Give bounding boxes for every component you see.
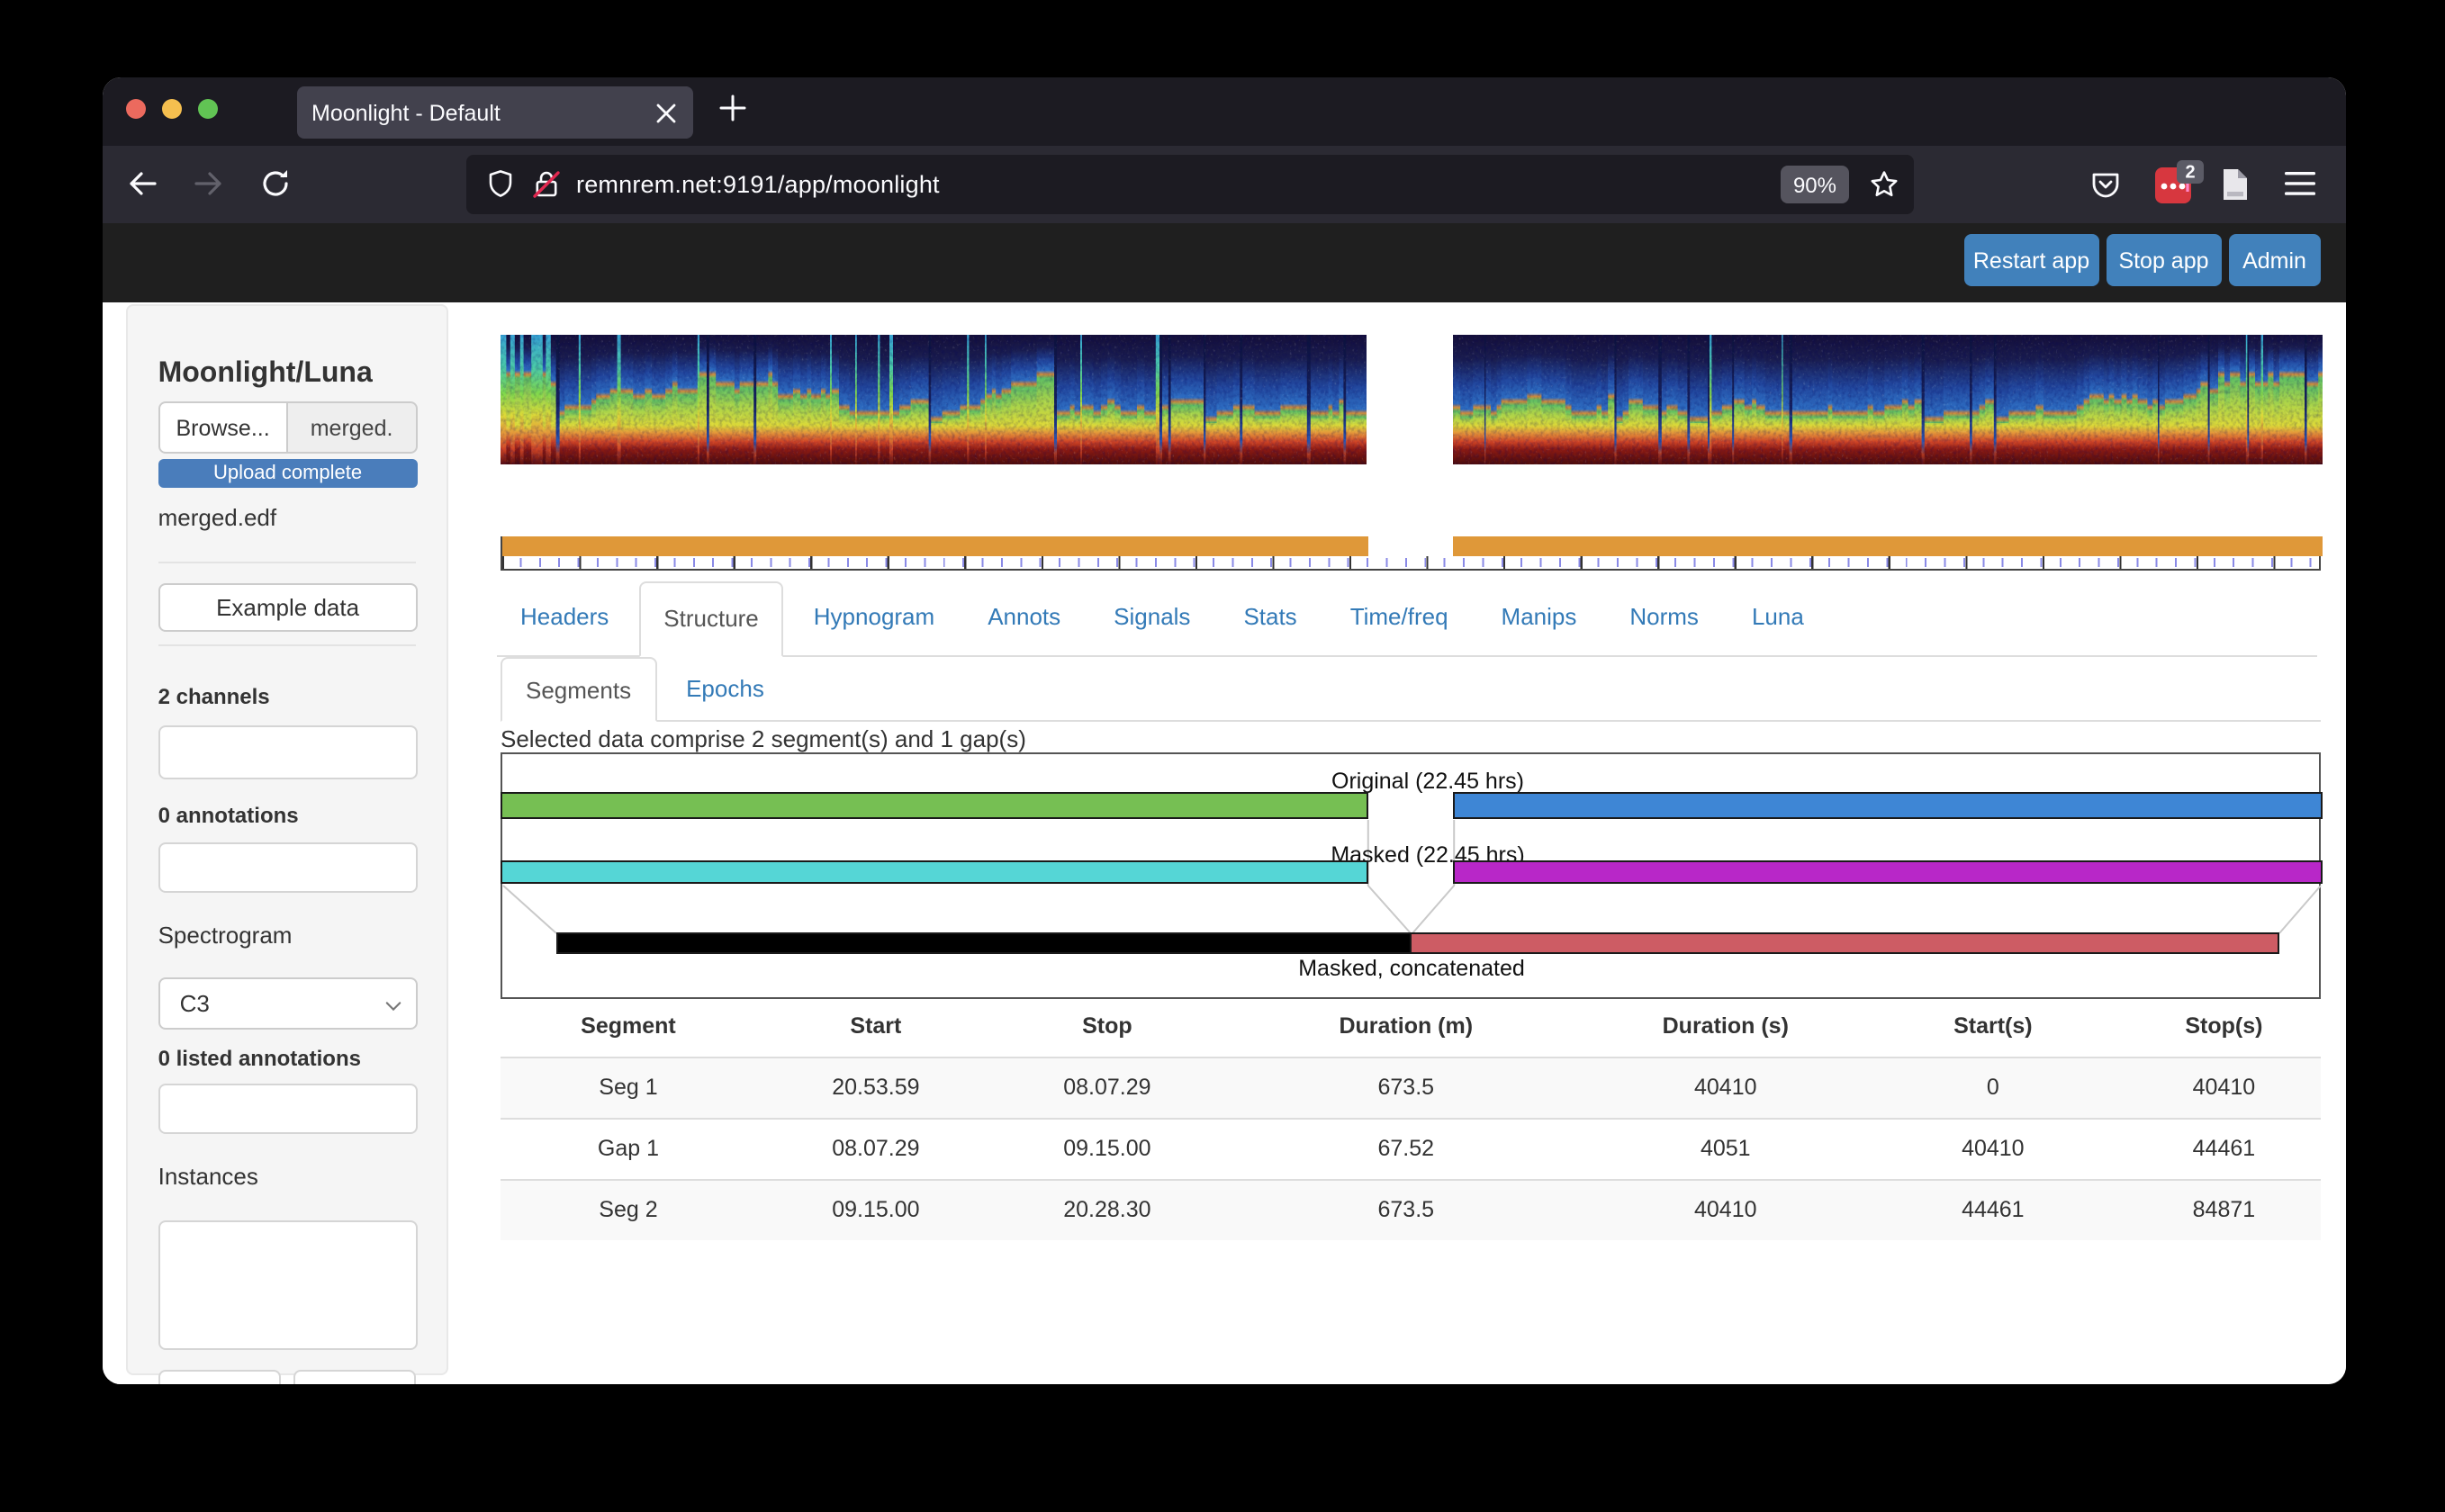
svg-text:2: 2	[2184, 163, 2194, 183]
